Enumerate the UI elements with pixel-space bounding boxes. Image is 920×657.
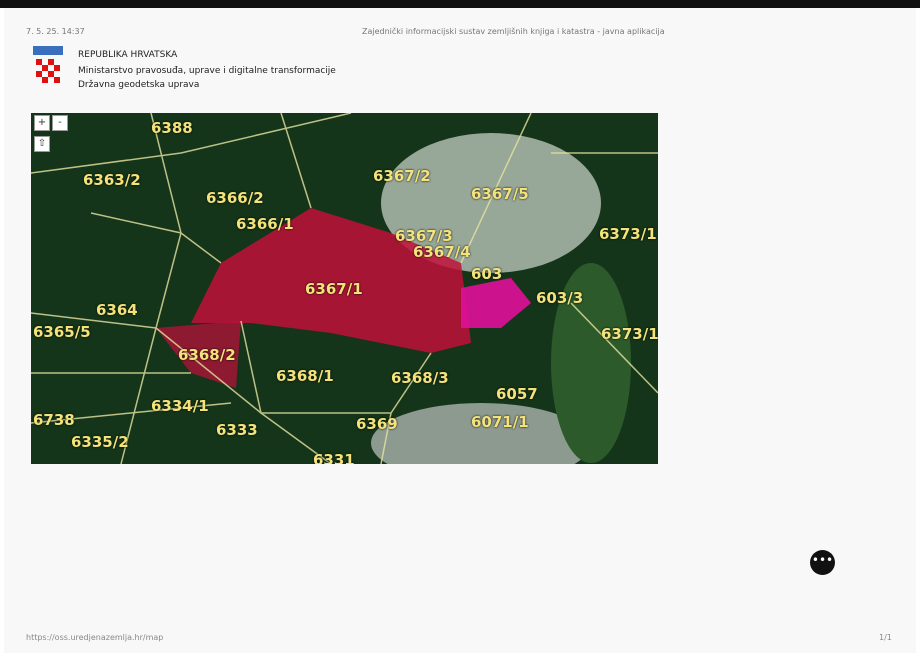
parcel-label: 6367/5	[471, 185, 529, 203]
zoom-out-button[interactable]: -	[52, 115, 68, 131]
app-title: Zajednički informacijski sustav zemljišn…	[362, 27, 665, 36]
page-url: https://oss.uredjenazemlja.hr/map	[26, 633, 164, 642]
home-extent-button[interactable]: ⇧	[34, 136, 50, 152]
parcel-label: 6367/2	[373, 167, 431, 185]
parcel-label: 6365/5	[33, 323, 91, 341]
parcel-label: 6367/1	[305, 280, 363, 298]
parcel-label: 6373/1	[599, 225, 657, 243]
chat-icon[interactable]: •••	[810, 550, 835, 575]
parcel-label: 603/3	[536, 289, 584, 307]
parcel-label: 6366/1	[236, 215, 294, 233]
parcel-label: 6334/1	[151, 397, 209, 415]
parcel-label: 603	[471, 265, 503, 283]
parcel-label: 6366/2	[206, 189, 264, 207]
parcel-label: 6738	[33, 411, 75, 429]
parcel-label: 6071/1	[471, 413, 529, 431]
org-agency: Državna geodetska uprava	[78, 80, 200, 90]
parcel-label: 6367/4	[413, 243, 471, 261]
parcel-label: 6373/1	[601, 325, 658, 343]
parcel-label: 6333	[216, 421, 258, 439]
parcel-label: 6363/2	[83, 171, 141, 189]
parcel-label: 6369	[356, 415, 398, 433]
cadastral-map[interactable]: 6388 6363/2 6366/2 6366/1 6367/2 6367/5 …	[31, 113, 658, 464]
parcel-label: 6335/2	[71, 433, 129, 451]
coat-of-arms-logo	[33, 46, 63, 83]
parcel-label: 6057	[496, 385, 538, 403]
parcel-label: 6368/1	[276, 367, 334, 385]
top-bar	[0, 0, 920, 8]
zoom-in-button[interactable]: +	[34, 115, 50, 131]
org-ministry: Ministarstvo pravosuđa, uprave i digital…	[78, 66, 336, 76]
org-country: REPUBLIKA HRVATSKA	[78, 50, 178, 60]
parcel-label: 6368/3	[391, 369, 449, 387]
page-number: 1/1	[879, 633, 892, 642]
print-datetime: 7. 5. 25. 14:37	[26, 27, 85, 36]
parcel-label: 6388	[151, 119, 193, 137]
parcel-label: 6331	[313, 451, 355, 464]
parcel-label: 6368/2	[178, 346, 236, 364]
parcel-label: 6364	[96, 301, 138, 319]
